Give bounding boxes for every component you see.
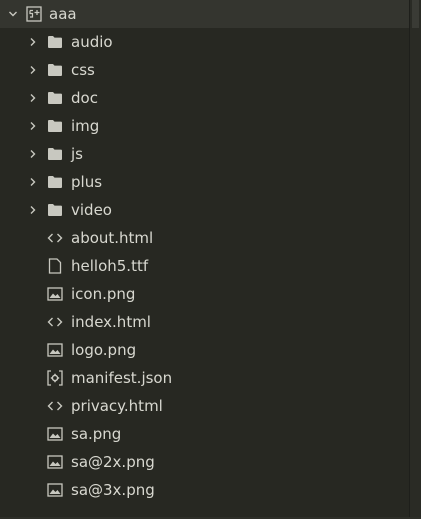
file-name: about.html [71,229,154,247]
image-file-icon [46,476,64,504]
tree-file-row[interactable]: icon.png [0,280,410,308]
folder-icon [46,196,64,224]
scrollbar-thumb[interactable] [412,0,419,28]
tree-folder-row[interactable]: js [0,140,410,168]
chevron-right-icon[interactable] [25,168,41,196]
tree-folder-row[interactable]: doc [0,84,410,112]
folder-icon [46,28,64,56]
folder-name: img [71,117,100,135]
code-file-icon [46,224,64,252]
file-explorer: aaa audio css doc img js plus video about.html h… [0,0,421,519]
tree-file-row[interactable]: manifest.json [0,364,410,392]
vertical-scrollbar[interactable] [409,0,421,519]
tree-folder-row[interactable]: plus [0,168,410,196]
settings-file-icon [46,364,64,392]
file-icon [46,252,64,280]
file-name: sa.png [71,425,122,443]
image-file-icon [46,336,64,364]
code-file-icon [46,308,64,336]
image-file-icon [46,420,64,448]
tree-file-row[interactable]: about.html [0,224,410,252]
folder-icon [46,140,64,168]
file-name: sa@3x.png [71,481,155,499]
chevron-right-icon[interactable] [25,140,41,168]
image-file-icon [46,448,64,476]
chevron-right-icon[interactable] [25,112,41,140]
folder-name: css [71,61,95,79]
folder-name: js [71,145,83,163]
tree-root-row[interactable]: aaa [0,0,410,28]
chevron-right-icon[interactable] [25,56,41,84]
project-folder-icon [25,0,43,28]
folder-icon [46,56,64,84]
tree-file-row[interactable]: sa.png [0,420,410,448]
folder-icon [46,84,64,112]
tree-file-row[interactable]: logo.png [0,336,410,364]
tree-file-row[interactable]: index.html [0,308,410,336]
folder-name: plus [71,173,103,191]
file-name: index.html [71,313,151,331]
chevron-down-icon[interactable] [5,0,21,28]
tree-file-row[interactable]: helloh5.ttf [0,252,410,280]
tree-folder-row[interactable]: img [0,112,410,140]
chevron-right-icon[interactable] [25,84,41,112]
chevron-right-icon[interactable] [25,28,41,56]
tree-file-row[interactable]: privacy.html [0,392,410,420]
file-name: helloh5.ttf [71,257,149,275]
file-name: icon.png [71,285,136,303]
tree-folder-row[interactable]: css [0,56,410,84]
file-name: logo.png [71,341,137,359]
folder-name: audio [71,33,113,51]
folder-name: doc [71,89,98,107]
file-name: sa@2x.png [71,453,155,471]
file-name: manifest.json [71,369,173,387]
file-tree: aaa audio css doc img js plus video about.html h… [0,0,410,504]
image-file-icon [46,280,64,308]
tree-file-row[interactable]: sa@2x.png [0,448,410,476]
folder-icon [46,112,64,140]
tree-folder-row[interactable]: audio [0,28,410,56]
file-name: privacy.html [71,397,163,415]
folder-icon [46,168,64,196]
tree-folder-row[interactable]: video [0,196,410,224]
folder-name: video [71,201,112,219]
chevron-right-icon[interactable] [25,196,41,224]
code-file-icon [46,392,64,420]
tree-root-label: aaa [49,5,77,23]
tree-file-row[interactable]: sa@3x.png [0,476,410,504]
